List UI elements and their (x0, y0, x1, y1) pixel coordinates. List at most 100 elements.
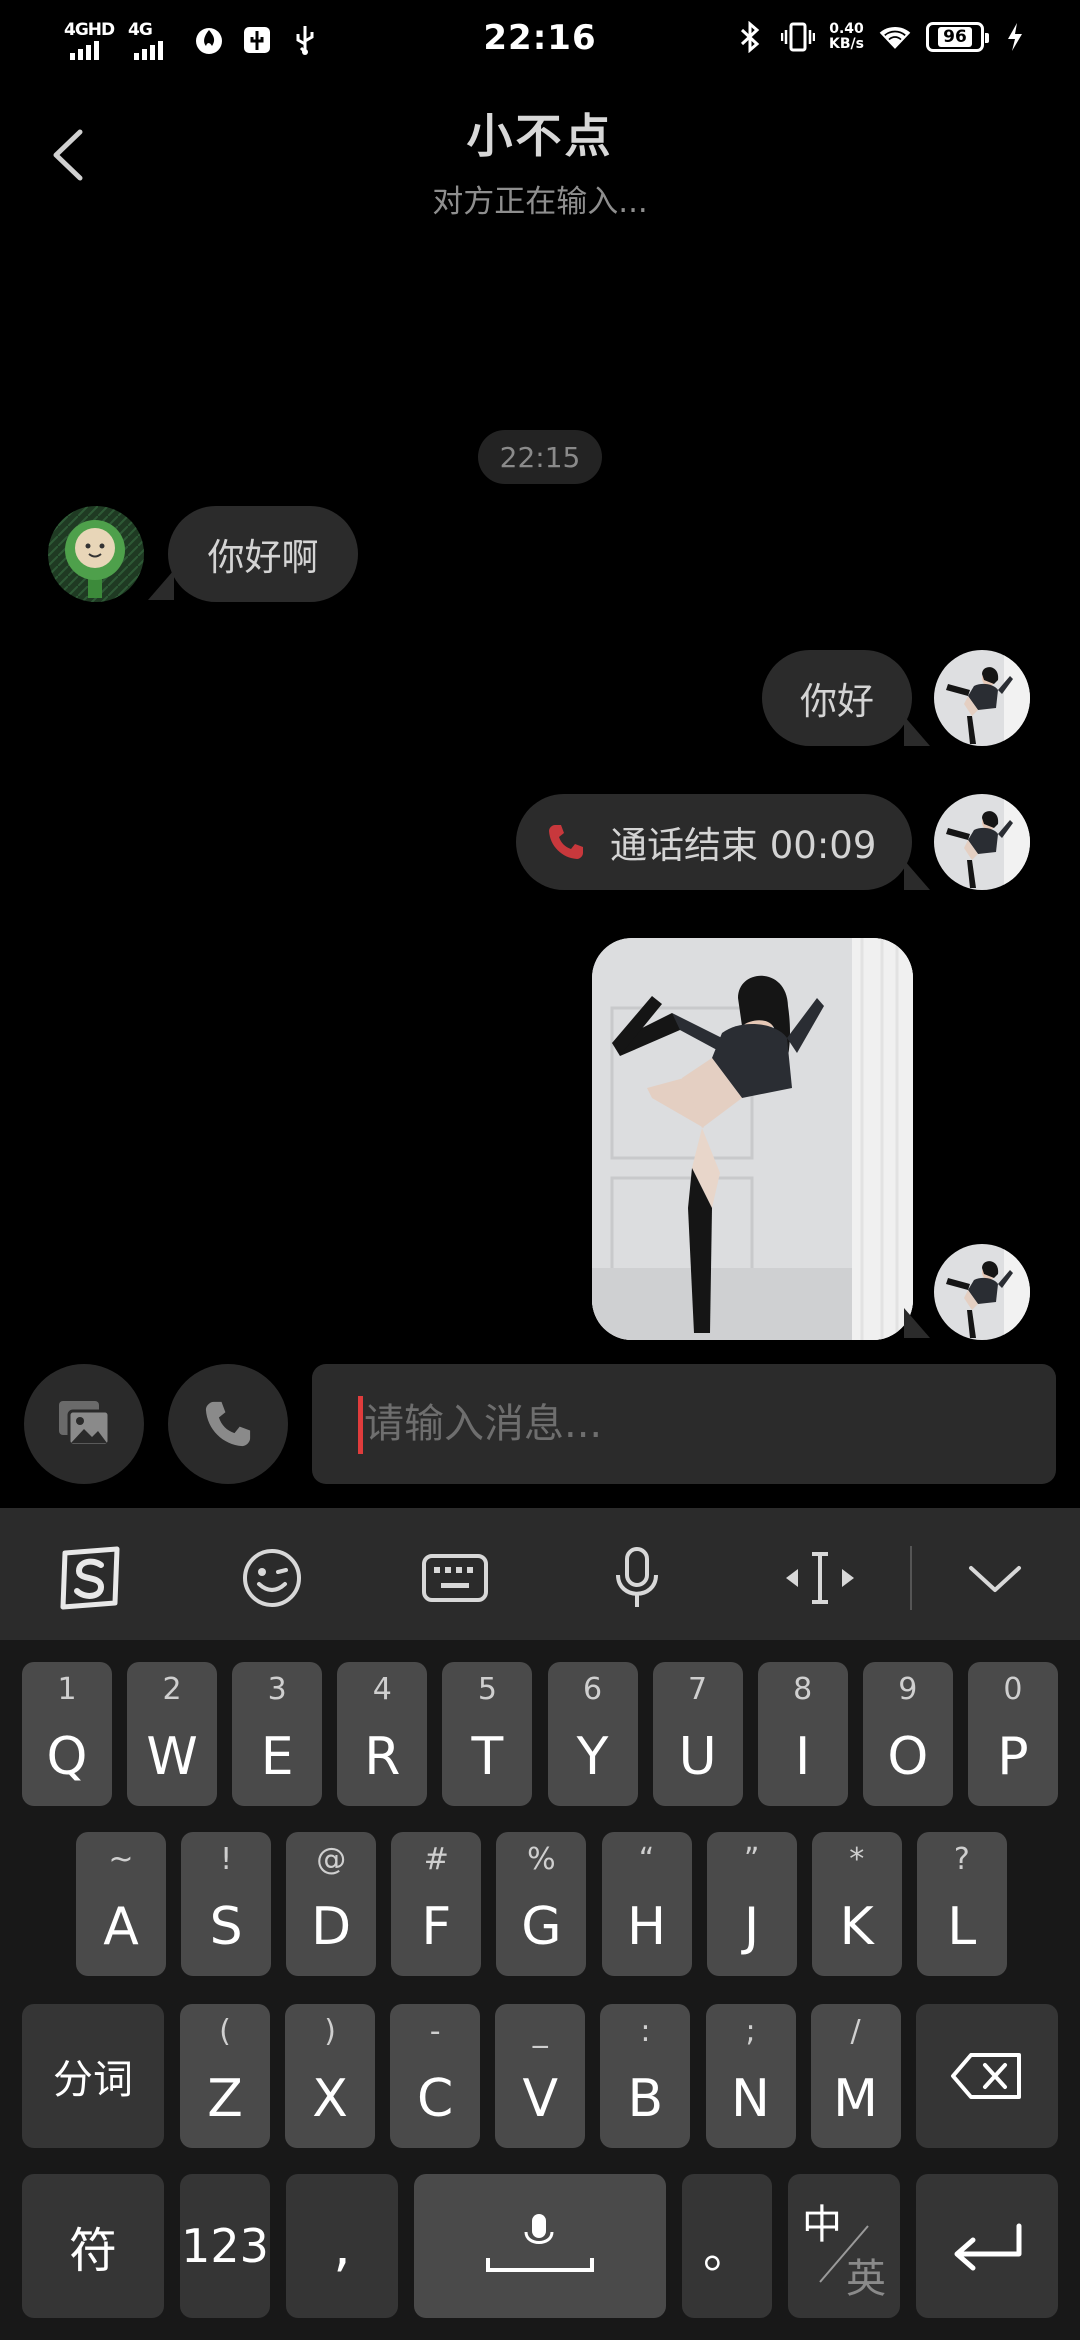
key-secondary-label: ! (220, 1842, 233, 1877)
charging-icon (998, 20, 1032, 54)
space-key[interactable] (414, 2174, 666, 2318)
key-c[interactable]: -C (390, 2004, 481, 2148)
image-message[interactable] (592, 938, 913, 1340)
symbol-key[interactable]: 符 (22, 2174, 164, 2318)
image-icon (59, 1401, 111, 1447)
toolbar-divider (910, 1546, 912, 1610)
key-n[interactable]: ; N (705, 2004, 796, 2148)
key-secondary-label: 1 (57, 1672, 77, 1707)
lang-bottom-label: 英 (846, 2256, 886, 2302)
key-g[interactable]: % G (496, 1832, 587, 1976)
key-label: R (364, 1727, 401, 1787)
key-x[interactable]: ) X (285, 2004, 376, 2148)
key-w[interactable]: 2W (127, 1662, 218, 1806)
key-label: Z (207, 2069, 243, 2129)
key-t[interactable]: 5T (442, 1662, 533, 1806)
key-m[interactable]: / M (810, 2004, 901, 2148)
key-b[interactable]: :B (600, 2004, 691, 2148)
key-u[interactable]: 7U (652, 1662, 743, 1806)
battery-icon: 96 (926, 22, 989, 52)
key-label: P (997, 1727, 1029, 1787)
key-label: T (471, 1727, 504, 1787)
key-y[interactable]: 6Y (547, 1662, 638, 1806)
key-secondary-label: _ (532, 2014, 548, 2049)
enter-key[interactable] (916, 2174, 1058, 2318)
key-label: D (311, 1897, 352, 1957)
microphone-icon[interactable] (597, 1538, 677, 1618)
key-label: F (421, 1897, 452, 1957)
key-label: , (333, 2213, 351, 2279)
comma-key[interactable]: , (286, 2174, 398, 2318)
key-v[interactable]: _ V (495, 2004, 586, 2148)
key-label: A (103, 1897, 139, 1957)
key-label: K (839, 1897, 874, 1957)
key-secondary-label: 7 (688, 1672, 708, 1707)
key-label: Q (46, 1727, 88, 1787)
key-label: U (678, 1727, 717, 1787)
key-p[interactable]: 0P (967, 1662, 1058, 1806)
key-secondary-label: ; (745, 2014, 756, 2049)
key-secondary-label: ~ (108, 1842, 134, 1877)
key-label: J (743, 1897, 760, 1957)
key-e[interactable]: 3E (232, 1662, 323, 1806)
key-secondary-label: * (849, 1842, 865, 1877)
keyboard-switch-icon[interactable] (415, 1538, 495, 1618)
key-secondary-label: 8 (793, 1672, 813, 1707)
period-key[interactable]: 。 (682, 2174, 772, 2318)
key-secondary-label: @ (316, 1842, 347, 1877)
key-label: 符 (68, 2223, 117, 2279)
gallery-button[interactable] (24, 1364, 144, 1484)
message-text: 你好啊 (207, 536, 319, 579)
bubble-tail (904, 716, 930, 746)
voice-call-button[interactable] (168, 1364, 288, 1484)
segment-key[interactable]: 分词 (22, 2004, 164, 2148)
key-secondary-label: ) (324, 2014, 336, 2049)
key-h[interactable]: “H (601, 1832, 692, 1976)
key-label: V (522, 2069, 559, 2129)
key-label: M (833, 2069, 879, 2129)
message-input[interactable] (312, 1364, 1056, 1484)
my-avatar[interactable] (934, 794, 1030, 890)
key-secondary-label: ( (219, 2014, 231, 2049)
contact-avatar[interactable] (48, 506, 144, 602)
key-s[interactable]: ! S (181, 1832, 272, 1976)
key-z[interactable]: (Z (180, 2004, 270, 2148)
backspace-icon (951, 2053, 1021, 2099)
key-label: 分词 (53, 2057, 133, 2103)
key-l[interactable]: ? L (916, 1832, 1007, 1976)
sogou-logo-icon[interactable] (50, 1538, 130, 1618)
vibrate-icon (781, 20, 816, 54)
my-avatar[interactable] (934, 1244, 1030, 1340)
my-avatar[interactable] (934, 650, 1030, 746)
key-secondary-label: # (423, 1842, 449, 1877)
key-j[interactable]: ” J (706, 1832, 797, 1976)
phone-call-icon (546, 822, 586, 862)
key-k[interactable]: * K (811, 1832, 902, 1976)
battery-level: 96 (938, 27, 972, 47)
key-label: E (260, 1727, 294, 1787)
cursor-move-icon[interactable] (780, 1538, 860, 1618)
key-i[interactable]: 8I (757, 1662, 848, 1806)
status-bar: 4GHD 4G 22:16 0.40 KB/s 96 (0, 0, 1080, 84)
message-bubble-sent[interactable]: 你好 (762, 650, 912, 746)
key-d[interactable]: @ D (286, 1832, 377, 1976)
key-label: G (521, 1897, 562, 1957)
chevron-down-icon[interactable] (955, 1538, 1035, 1618)
typing-status: 对方正在输入... (432, 184, 648, 220)
key-secondary-label: 2 (162, 1672, 182, 1707)
key-secondary-label: 6 (582, 1672, 603, 1707)
emoji-icon[interactable] (232, 1538, 312, 1618)
language-switch-key[interactable]: 中 英 (788, 2174, 900, 2318)
key-r[interactable]: 4R (337, 1662, 428, 1806)
key-label: S (209, 1897, 243, 1957)
key-f[interactable]: # F (391, 1832, 482, 1976)
chat-title: 小不点 (466, 109, 614, 163)
call-record-bubble[interactable]: 通话结束 00:09 (516, 794, 912, 890)
key-a[interactable]: ~ A (76, 1832, 166, 1976)
message-bubble-received[interactable]: 你好啊 (168, 506, 358, 602)
key-o[interactable]: 9O (862, 1662, 953, 1806)
number-key[interactable]: 123 (180, 2174, 270, 2318)
wifi-icon (878, 20, 912, 54)
backspace-key[interactable] (916, 2004, 1058, 2148)
key-q[interactable]: 1Q (22, 1662, 112, 1806)
